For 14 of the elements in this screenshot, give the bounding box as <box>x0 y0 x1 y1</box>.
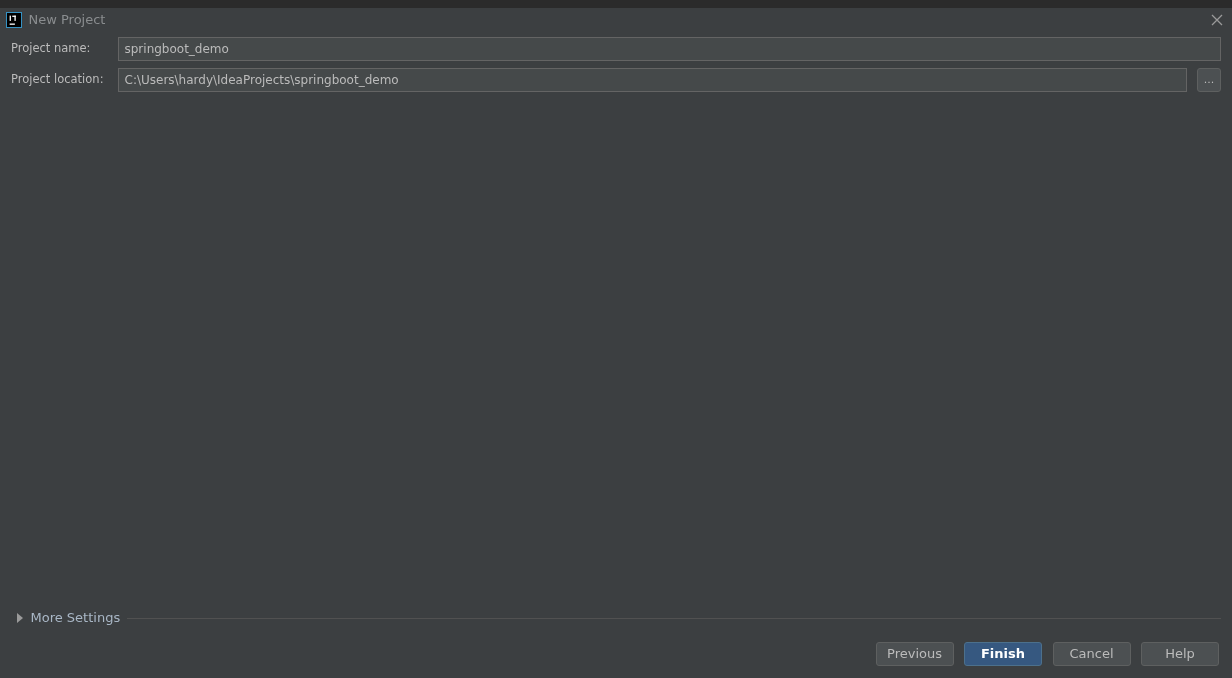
text-field[interactable]: springboot_demo <box>117 37 1221 61</box>
dialog-button[interactable]: Help <box>1141 642 1219 666</box>
field-label: Project location: <box>11 70 105 88</box>
dialog-button[interactable]: Cancel <box>1052 642 1131 666</box>
field-label: Project name: <box>11 40 92 58</box>
text-field[interactable]: C:\Users\hardy\IdeaProjects\springboot_demo <box>117 67 1188 92</box>
more-settings-toggle[interactable]: More Settings <box>30 608 121 628</box>
dialog-button[interactable]: Previous <box>875 642 954 666</box>
close-icon[interactable] <box>1210 14 1223 26</box>
triangle-right-icon[interactable] <box>16 613 24 623</box>
dialog-button[interactable]: Finish <box>964 642 1042 666</box>
app-logo-icon <box>6 12 22 28</box>
browse-button[interactable]: ... <box>1197 67 1221 92</box>
window-title: New Project <box>28 11 106 30</box>
